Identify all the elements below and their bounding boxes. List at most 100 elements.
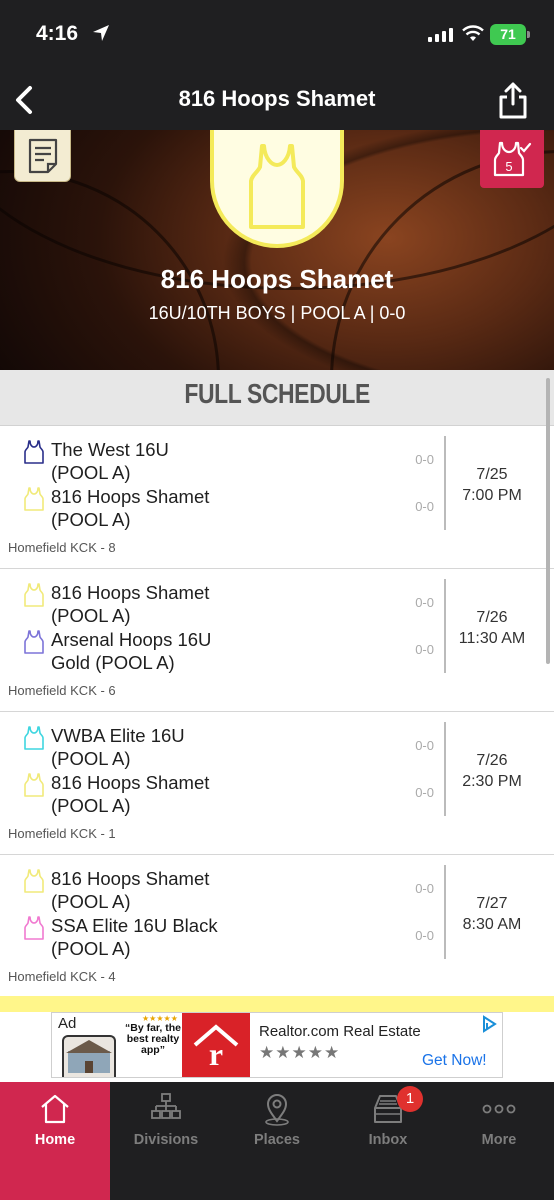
team-name: 816 Hoops Shamet (POOL A) xyxy=(51,772,210,816)
venue: Homefield KCK - 8 xyxy=(8,540,116,555)
team-score: 0-0 xyxy=(415,595,434,610)
share-button[interactable] xyxy=(498,80,528,120)
location-arrow-icon xyxy=(93,25,109,41)
schedule-list[interactable]: The West 16U (POOL A) 0-0 816 Hoops Sham… xyxy=(0,426,554,996)
game-datetime: 7/26 2:30 PM xyxy=(446,750,538,792)
team-line: SSA Elite 16U Black (POOL A) 0-0 xyxy=(24,914,434,960)
ad-phone-image xyxy=(62,1035,116,1077)
more-icon xyxy=(482,1104,516,1114)
jersey-check-icon: 5 xyxy=(493,141,532,177)
team-score: 0-0 xyxy=(415,928,434,943)
team-score: 0-0 xyxy=(415,499,434,514)
bracket-icon xyxy=(151,1093,181,1119)
jersey-icon xyxy=(24,583,44,607)
battery-indicator: 71 xyxy=(490,24,530,45)
game-row[interactable]: 816 Hoops Shamet (POOL A) 0-0 Arsenal Ho… xyxy=(0,569,554,712)
jersey-icon xyxy=(24,726,44,750)
game-datetime: 7/26 11:30 AM xyxy=(446,607,538,649)
share-icon xyxy=(499,82,527,119)
ad-choices-icon[interactable] xyxy=(480,1015,498,1033)
game-row[interactable]: 816 Hoops Shamet (POOL A) 0-0 SSA Elite … xyxy=(0,855,554,996)
tab-inbox[interactable]: 1 Inbox xyxy=(333,1082,443,1200)
ad-label: Ad xyxy=(58,1015,77,1032)
status-time: 4:16 xyxy=(36,22,79,45)
team-line: 816 Hoops Shamet (POOL A) 0-0 xyxy=(24,581,434,627)
back-button[interactable] xyxy=(10,82,40,118)
venue: Homefield KCK - 1 xyxy=(8,826,116,841)
chevron-left-icon xyxy=(16,86,32,114)
tab-places[interactable]: Places xyxy=(222,1082,332,1200)
check-in-badge-button[interactable]: 5 xyxy=(480,130,544,188)
jersey-icon xyxy=(24,630,44,654)
map-pin-icon xyxy=(265,1094,289,1126)
realtor-logo: r xyxy=(182,1013,250,1077)
team-name: The West 16U (POOL A) xyxy=(51,439,169,483)
wifi-icon xyxy=(462,25,484,41)
team-score: 0-0 xyxy=(415,452,434,467)
ad-title: Realtor.com Real Estate xyxy=(259,1023,421,1040)
team-subtitle: 16U/10TH BOYS | POOL A | 0-0 xyxy=(148,303,406,323)
badge-count: 5 xyxy=(505,159,512,174)
team-hero-banner: 5 816 Hoops Shamet 16U/10TH BOYS | POOL … xyxy=(0,130,554,370)
house-image xyxy=(66,1040,112,1073)
jersey-icon xyxy=(24,440,44,464)
game-row[interactable]: The West 16U (POOL A) 0-0 816 Hoops Sham… xyxy=(0,426,554,569)
team-line: Arsenal Hoops 16U Gold (POOL A) 0-0 xyxy=(24,628,434,674)
schedule-title: FULL SCHEDULE xyxy=(184,378,370,409)
team-line: VWBA Elite 16U (POOL A) 0-0 xyxy=(24,724,434,770)
tab-label: Places xyxy=(254,1132,300,1148)
game-date: 7/26 xyxy=(476,609,508,626)
game-time: 2:30 PM xyxy=(462,773,522,790)
tab-label: Home xyxy=(34,1132,76,1148)
ad-divider-band xyxy=(0,996,554,1012)
tab-label: More xyxy=(481,1132,517,1148)
game-date: 7/26 xyxy=(476,752,508,769)
game-date: 7/25 xyxy=(476,466,508,483)
scrollbar[interactable] xyxy=(546,378,550,664)
notes-button[interactable] xyxy=(14,130,71,182)
bottom-tab-bar: Home Divisions Places 1 Inbox More xyxy=(0,1082,554,1200)
team-name: Arsenal Hoops 16U Gold (POOL A) xyxy=(51,629,212,673)
team-score: 0-0 xyxy=(415,642,434,657)
game-time: 11:30 AM xyxy=(458,630,526,647)
jersey-icon xyxy=(24,773,44,797)
team-name: VWBA Elite 16U (POOL A) xyxy=(51,725,185,769)
game-datetime: 7/25 7:00 PM xyxy=(446,464,538,506)
game-time: 8:30 AM xyxy=(462,916,522,933)
venue: Homefield KCK - 4 xyxy=(8,969,116,984)
ad-banner[interactable]: Ad ★★★★★ “By far, the best realty app” r… xyxy=(51,1012,503,1078)
team-score: 0-0 xyxy=(415,785,434,800)
tab-home[interactable]: Home xyxy=(0,1082,110,1200)
tab-divisions[interactable]: Divisions xyxy=(111,1082,221,1200)
team-name: 816 Hoops Shamet (POOL A) xyxy=(51,486,210,530)
team-line: 816 Hoops Shamet (POOL A) 0-0 xyxy=(24,867,434,913)
team-line: 816 Hoops Shamet (POOL A) 0-0 xyxy=(24,485,434,531)
team-line: 816 Hoops Shamet (POOL A) 0-0 xyxy=(24,771,434,817)
nav-header: 816 Hoops Shamet xyxy=(0,72,554,130)
page-title: 816 Hoops Shamet xyxy=(178,86,376,111)
team-name: SSA Elite 16U Black (POOL A) xyxy=(51,915,218,959)
game-row[interactable]: VWBA Elite 16U (POOL A) 0-0 816 Hoops Sh… xyxy=(0,712,554,855)
team-name: 816 Hoops Shamet (POOL A) xyxy=(51,868,210,912)
game-time: 7:00 PM xyxy=(462,487,522,504)
home-icon xyxy=(41,1094,69,1124)
status-bar: 4:16 71 xyxy=(0,0,554,72)
cellular-signal-icon xyxy=(428,28,453,42)
schedule-header: FULL SCHEDULE xyxy=(0,370,554,426)
team-line: The West 16U (POOL A) 0-0 xyxy=(24,438,434,484)
inbox-badge: 1 xyxy=(397,1086,423,1112)
ad-cta-button[interactable]: Get Now! xyxy=(422,1052,487,1070)
jersey-icon xyxy=(24,869,44,893)
jersey-icon xyxy=(24,487,44,511)
team-score: 0-0 xyxy=(415,881,434,896)
jersey-icon xyxy=(249,144,305,229)
svg-text:r: r xyxy=(209,1036,223,1071)
ad-strip: Ad ★★★★★ “By far, the best realty app” r… xyxy=(0,996,554,1082)
realtor-r-icon: r xyxy=(193,1024,239,1071)
tab-more[interactable]: More xyxy=(444,1082,554,1200)
tab-label: Inbox xyxy=(368,1132,408,1148)
game-datetime: 7/27 8:30 AM xyxy=(446,893,538,935)
team-score: 0-0 xyxy=(415,738,434,753)
tab-label: Divisions xyxy=(133,1132,199,1148)
team-name: 816 Hoops Shamet xyxy=(160,264,394,294)
